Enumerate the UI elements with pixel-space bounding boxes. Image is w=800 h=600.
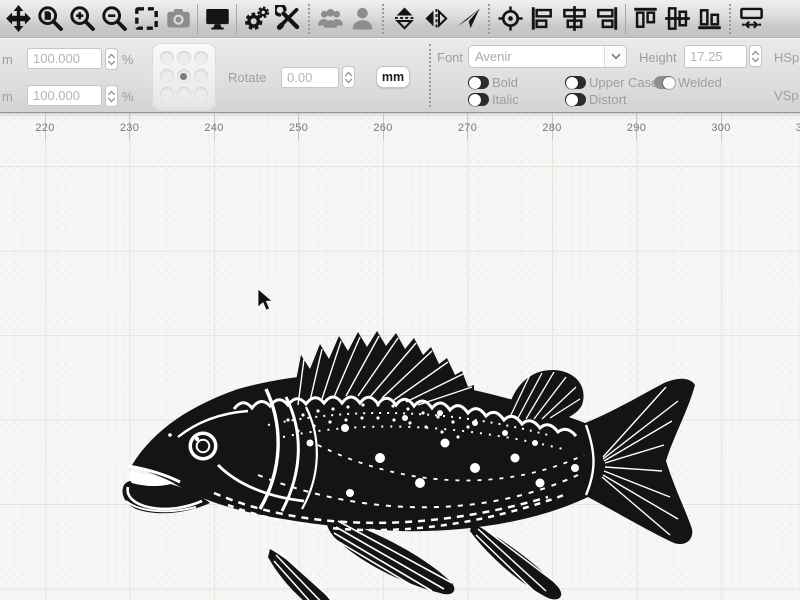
ruler-label: 250: [289, 122, 308, 134]
text-height-field[interactable]: [684, 45, 747, 68]
ruler-label: 310: [796, 122, 800, 134]
welded-toggle-knob[interactable]: [654, 76, 675, 89]
anchor-bottom-right[interactable]: [194, 87, 208, 101]
ruler-label: 280: [542, 122, 561, 134]
distort-toggle[interactable]: Distort: [565, 92, 627, 107]
ruler-label: 220: [35, 122, 54, 134]
shear-icon[interactable]: [452, 2, 484, 36]
main-toolbar: [0, 0, 800, 38]
options-toolbar: m % m % Rotate mm Font Avenir Height: [0, 38, 800, 113]
align-center-vertical-icon[interactable]: [558, 2, 590, 36]
align-top-icon[interactable]: [629, 2, 661, 36]
application-window: { "toolbar_main": { "icons": [ {"name":"…: [0, 0, 800, 600]
anchor-bottom-left[interactable]: [160, 87, 174, 101]
ruler-label: 240: [204, 122, 223, 134]
camera-icon: [162, 2, 194, 36]
zoom-out-icon[interactable]: [98, 2, 130, 36]
user-icon: [346, 2, 378, 36]
zoom-page-icon[interactable]: [34, 2, 66, 36]
marquee-select-icon[interactable]: [130, 2, 162, 36]
anchor-top-left[interactable]: [160, 51, 174, 65]
height-scale-stepper[interactable]: [105, 85, 118, 107]
toolbar-separator: [308, 4, 310, 34]
anchor-middle-right[interactable]: [194, 69, 208, 83]
flip-vertical-icon[interactable]: [388, 2, 420, 36]
width-percent-sign: %: [122, 52, 134, 67]
hspace-label: HSp: [774, 50, 799, 65]
height-scale-field[interactable]: [27, 85, 102, 106]
flip-horizontal-icon[interactable]: [420, 2, 452, 36]
welded-toggle[interactable]: Welded: [654, 75, 722, 90]
settings-gears-icon[interactable]: [240, 2, 272, 36]
height-unit-suffix: m: [2, 89, 13, 104]
make-same-width-icon[interactable]: [735, 2, 767, 36]
horizontal-ruler: 220 230 240 250 260 270 280 290 300 310: [0, 113, 800, 140]
upper-case-toggle[interactable]: Upper Case: [565, 75, 658, 90]
width-scale-stepper[interactable]: [105, 48, 118, 70]
mouse-cursor: [257, 289, 273, 313]
toolbar-separator: [382, 4, 384, 34]
vspace-label: VSp: [774, 88, 799, 103]
monitor-icon[interactable]: [201, 2, 233, 36]
toolbar-separator: [729, 4, 731, 34]
align-left-icon[interactable]: [526, 2, 558, 36]
font-combobox[interactable]: Avenir: [468, 45, 627, 68]
italic-toggle-knob[interactable]: [468, 93, 489, 106]
width-unit-suffix: m: [2, 52, 13, 67]
distort-toggle-knob[interactable]: [565, 93, 586, 106]
ruler-label: 290: [627, 122, 646, 134]
align-middle-horizontal-icon[interactable]: [661, 2, 693, 36]
design-canvas[interactable]: 220 230 240 250 260 270 280 290 300 310: [0, 113, 800, 600]
fish-artwork[interactable]: [118, 325, 700, 600]
pan-tool-icon[interactable]: [2, 2, 34, 36]
anchor-point-selector[interactable]: [152, 43, 216, 109]
zoom-in-icon[interactable]: [66, 2, 98, 36]
height-percent-sign: %: [122, 89, 134, 104]
width-scale-field[interactable]: [27, 48, 102, 69]
italic-toggle[interactable]: Italic: [468, 92, 519, 107]
align-bottom-icon[interactable]: [693, 2, 725, 36]
ruler-label: 260: [373, 122, 392, 134]
move-to-center-icon[interactable]: [494, 2, 526, 36]
toolbar-separator: [625, 4, 626, 34]
toolbar-separator: [236, 4, 237, 34]
ruler-label: 270: [458, 122, 477, 134]
bold-toggle-knob[interactable]: [468, 76, 489, 89]
rotate-stepper[interactable]: [342, 66, 355, 88]
options-separator: [429, 44, 431, 107]
toolbar-separator: [488, 4, 490, 34]
anchor-center[interactable]: [177, 69, 191, 83]
anchor-top-right[interactable]: [194, 51, 208, 65]
tools-wrench-icon[interactable]: [272, 2, 304, 36]
chevron-down-icon[interactable]: [604, 46, 626, 67]
upper-case-toggle-knob[interactable]: [565, 76, 586, 89]
units-mm-button[interactable]: mm: [376, 66, 410, 88]
ruler-label: 230: [120, 122, 139, 134]
text-height-label: Height: [639, 50, 677, 65]
bold-toggle[interactable]: Bold: [468, 75, 518, 90]
toolbar-separator: [197, 4, 198, 34]
user-group-icon: [314, 2, 346, 36]
ruler-label: 300: [711, 122, 730, 134]
font-label: Font: [437, 50, 463, 65]
rotate-label: Rotate: [228, 70, 266, 85]
anchor-bottom-center[interactable]: [177, 87, 191, 101]
font-combobox-value: Avenir: [469, 49, 604, 64]
rotate-field[interactable]: [281, 67, 339, 88]
anchor-top-center[interactable]: [177, 51, 191, 65]
align-right-icon[interactable]: [590, 2, 622, 36]
anchor-middle-left[interactable]: [160, 69, 174, 83]
text-height-stepper[interactable]: [749, 45, 762, 67]
